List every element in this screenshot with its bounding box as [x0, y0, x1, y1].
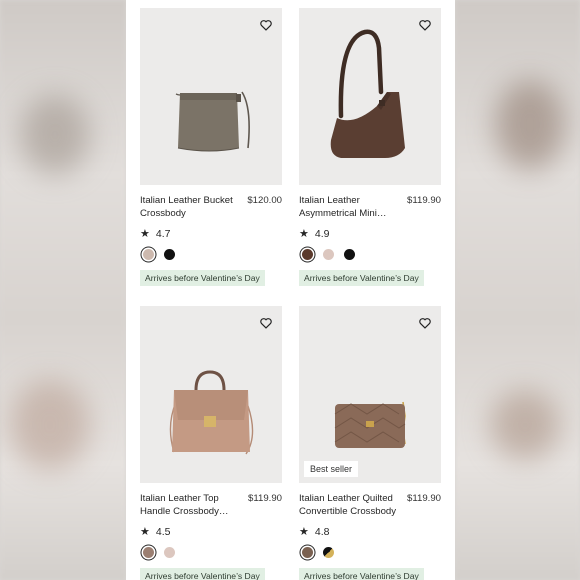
product-rating: ★ 4.9 [299, 227, 329, 240]
color-swatch[interactable] [143, 547, 154, 558]
product-rating: ★ 4.7 [140, 227, 170, 240]
rating-value: 4.7 [155, 228, 171, 240]
color-swatch[interactable] [164, 249, 175, 260]
product-price: $120.00 [247, 195, 282, 206]
product-rating: ★ 4.8 [299, 525, 329, 538]
product-image[interactable] [140, 8, 282, 185]
rating-value: 4.9 [314, 228, 330, 240]
product-title[interactable]: Italian Leather Bucket Crossbody [140, 195, 244, 220]
blurred-background-shape [495, 80, 565, 170]
product-image[interactable] [140, 306, 282, 483]
product-card[interactable]: Italian Leather Bucket Crossbody $120.00… [140, 8, 282, 286]
blurred-background-left [0, 0, 126, 580]
top-handle-bag-illustration [169, 370, 254, 455]
rating-value: 4.8 [314, 526, 330, 538]
product-image[interactable] [299, 8, 441, 185]
blurred-background-shape [20, 95, 90, 175]
bucket-bag-illustration [175, 91, 250, 152]
product-card[interactable]: Best seller Italian Leather Quilted Conv… [299, 306, 441, 580]
delivery-badge: Arrives before Valentine’s Day [140, 270, 265, 286]
star-icon: ★ [299, 526, 309, 538]
delivery-badge: Arrives before Valentine’s Day [299, 568, 424, 580]
quilted-bag-illustration [334, 401, 406, 448]
color-swatch[interactable] [302, 249, 313, 260]
color-swatch[interactable] [323, 249, 334, 260]
heart-outline-icon[interactable] [418, 316, 432, 330]
color-swatch[interactable] [302, 547, 313, 558]
shoulder-bag-illustration [330, 29, 405, 158]
product-image[interactable]: Best seller [299, 306, 441, 483]
product-grid: Italian Leather Bucket Crossbody $120.00… [126, 0, 455, 580]
color-swatch[interactable] [164, 547, 175, 558]
product-card[interactable]: Italian Leather Asymmetrical Mini… $119.… [299, 8, 441, 286]
delivery-badge: Arrives before Valentine’s Day [299, 270, 424, 286]
product-price: $119.90 [248, 493, 282, 504]
heart-outline-icon[interactable] [259, 316, 273, 330]
rating-value: 4.5 [155, 526, 171, 538]
product-title[interactable]: Italian Leather Top Handle Crossbody… [140, 493, 244, 518]
heart-outline-icon[interactable] [418, 18, 432, 32]
blurred-background-shape [490, 390, 560, 460]
blurred-background-shape [10, 380, 90, 470]
best-seller-badge: Best seller [304, 461, 359, 477]
product-rating: ★ 4.5 [140, 525, 170, 538]
color-swatch[interactable] [323, 547, 334, 558]
star-icon: ★ [140, 526, 150, 538]
star-icon: ★ [140, 228, 150, 240]
heart-outline-icon[interactable] [259, 18, 273, 32]
product-card[interactable]: Italian Leather Top Handle Crossbody… $1… [140, 306, 282, 580]
color-swatch[interactable] [344, 249, 355, 260]
color-swatch[interactable] [143, 249, 154, 260]
product-price: $119.90 [407, 195, 441, 206]
star-icon: ★ [299, 228, 309, 240]
delivery-badge: Arrives before Valentine’s Day [140, 568, 265, 580]
product-price: $119.90 [407, 493, 441, 504]
product-title[interactable]: Italian Leather Quilted Convertible Cros… [299, 493, 403, 518]
product-title[interactable]: Italian Leather Asymmetrical Mini… [299, 195, 403, 220]
